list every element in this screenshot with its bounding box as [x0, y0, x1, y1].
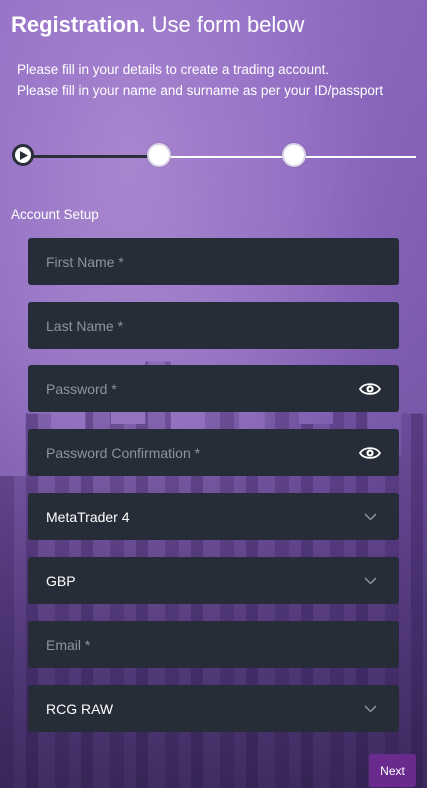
- chevron-down-icon: [359, 509, 381, 525]
- next-button[interactable]: Next: [369, 754, 416, 787]
- eye-icon[interactable]: [359, 445, 381, 461]
- account-type-select[interactable]: RCG RAW: [28, 685, 399, 732]
- play-icon: [20, 150, 28, 160]
- chevron-down-icon: [359, 701, 381, 717]
- account-type-selected-value: RCG RAW: [46, 700, 114, 717]
- last-name-field[interactable]: Last Name *: [28, 302, 399, 349]
- eye-icon[interactable]: [359, 381, 381, 397]
- page-title-rest: Use form below: [151, 12, 305, 37]
- platform-select[interactable]: MetaTrader 4: [28, 493, 399, 540]
- password-field[interactable]: Password *: [28, 365, 399, 412]
- progress-stepper: [11, 143, 416, 171]
- platform-selected-value: MetaTrader 4: [46, 508, 130, 525]
- email-field[interactable]: Email *: [28, 621, 399, 668]
- first-name-field[interactable]: First Name *: [28, 238, 399, 285]
- section-label: Account Setup: [11, 207, 99, 222]
- step-1-current[interactable]: [12, 144, 34, 166]
- email-placeholder: Email *: [46, 636, 91, 653]
- subtitle-line-1: Please fill in your details to create a …: [17, 62, 330, 77]
- step-3[interactable]: [282, 143, 306, 167]
- password-confirmation-placeholder: Password Confirmation *: [46, 444, 201, 461]
- first-name-placeholder: First Name *: [46, 253, 124, 270]
- chevron-down-icon: [359, 573, 381, 589]
- subtitle-line-2: Please fill in your name and surname as …: [17, 83, 384, 98]
- password-placeholder: Password *: [46, 380, 117, 397]
- currency-select[interactable]: GBP: [28, 557, 399, 604]
- stepper-progress-line: [25, 155, 155, 158]
- page-title: Registration. Use form below: [11, 12, 304, 38]
- password-confirmation-field[interactable]: Password Confirmation *: [28, 429, 399, 476]
- currency-selected-value: GBP: [46, 572, 76, 589]
- last-name-placeholder: Last Name *: [46, 317, 124, 334]
- page-title-bold: Registration.: [11, 12, 146, 37]
- step-2[interactable]: [147, 143, 171, 167]
